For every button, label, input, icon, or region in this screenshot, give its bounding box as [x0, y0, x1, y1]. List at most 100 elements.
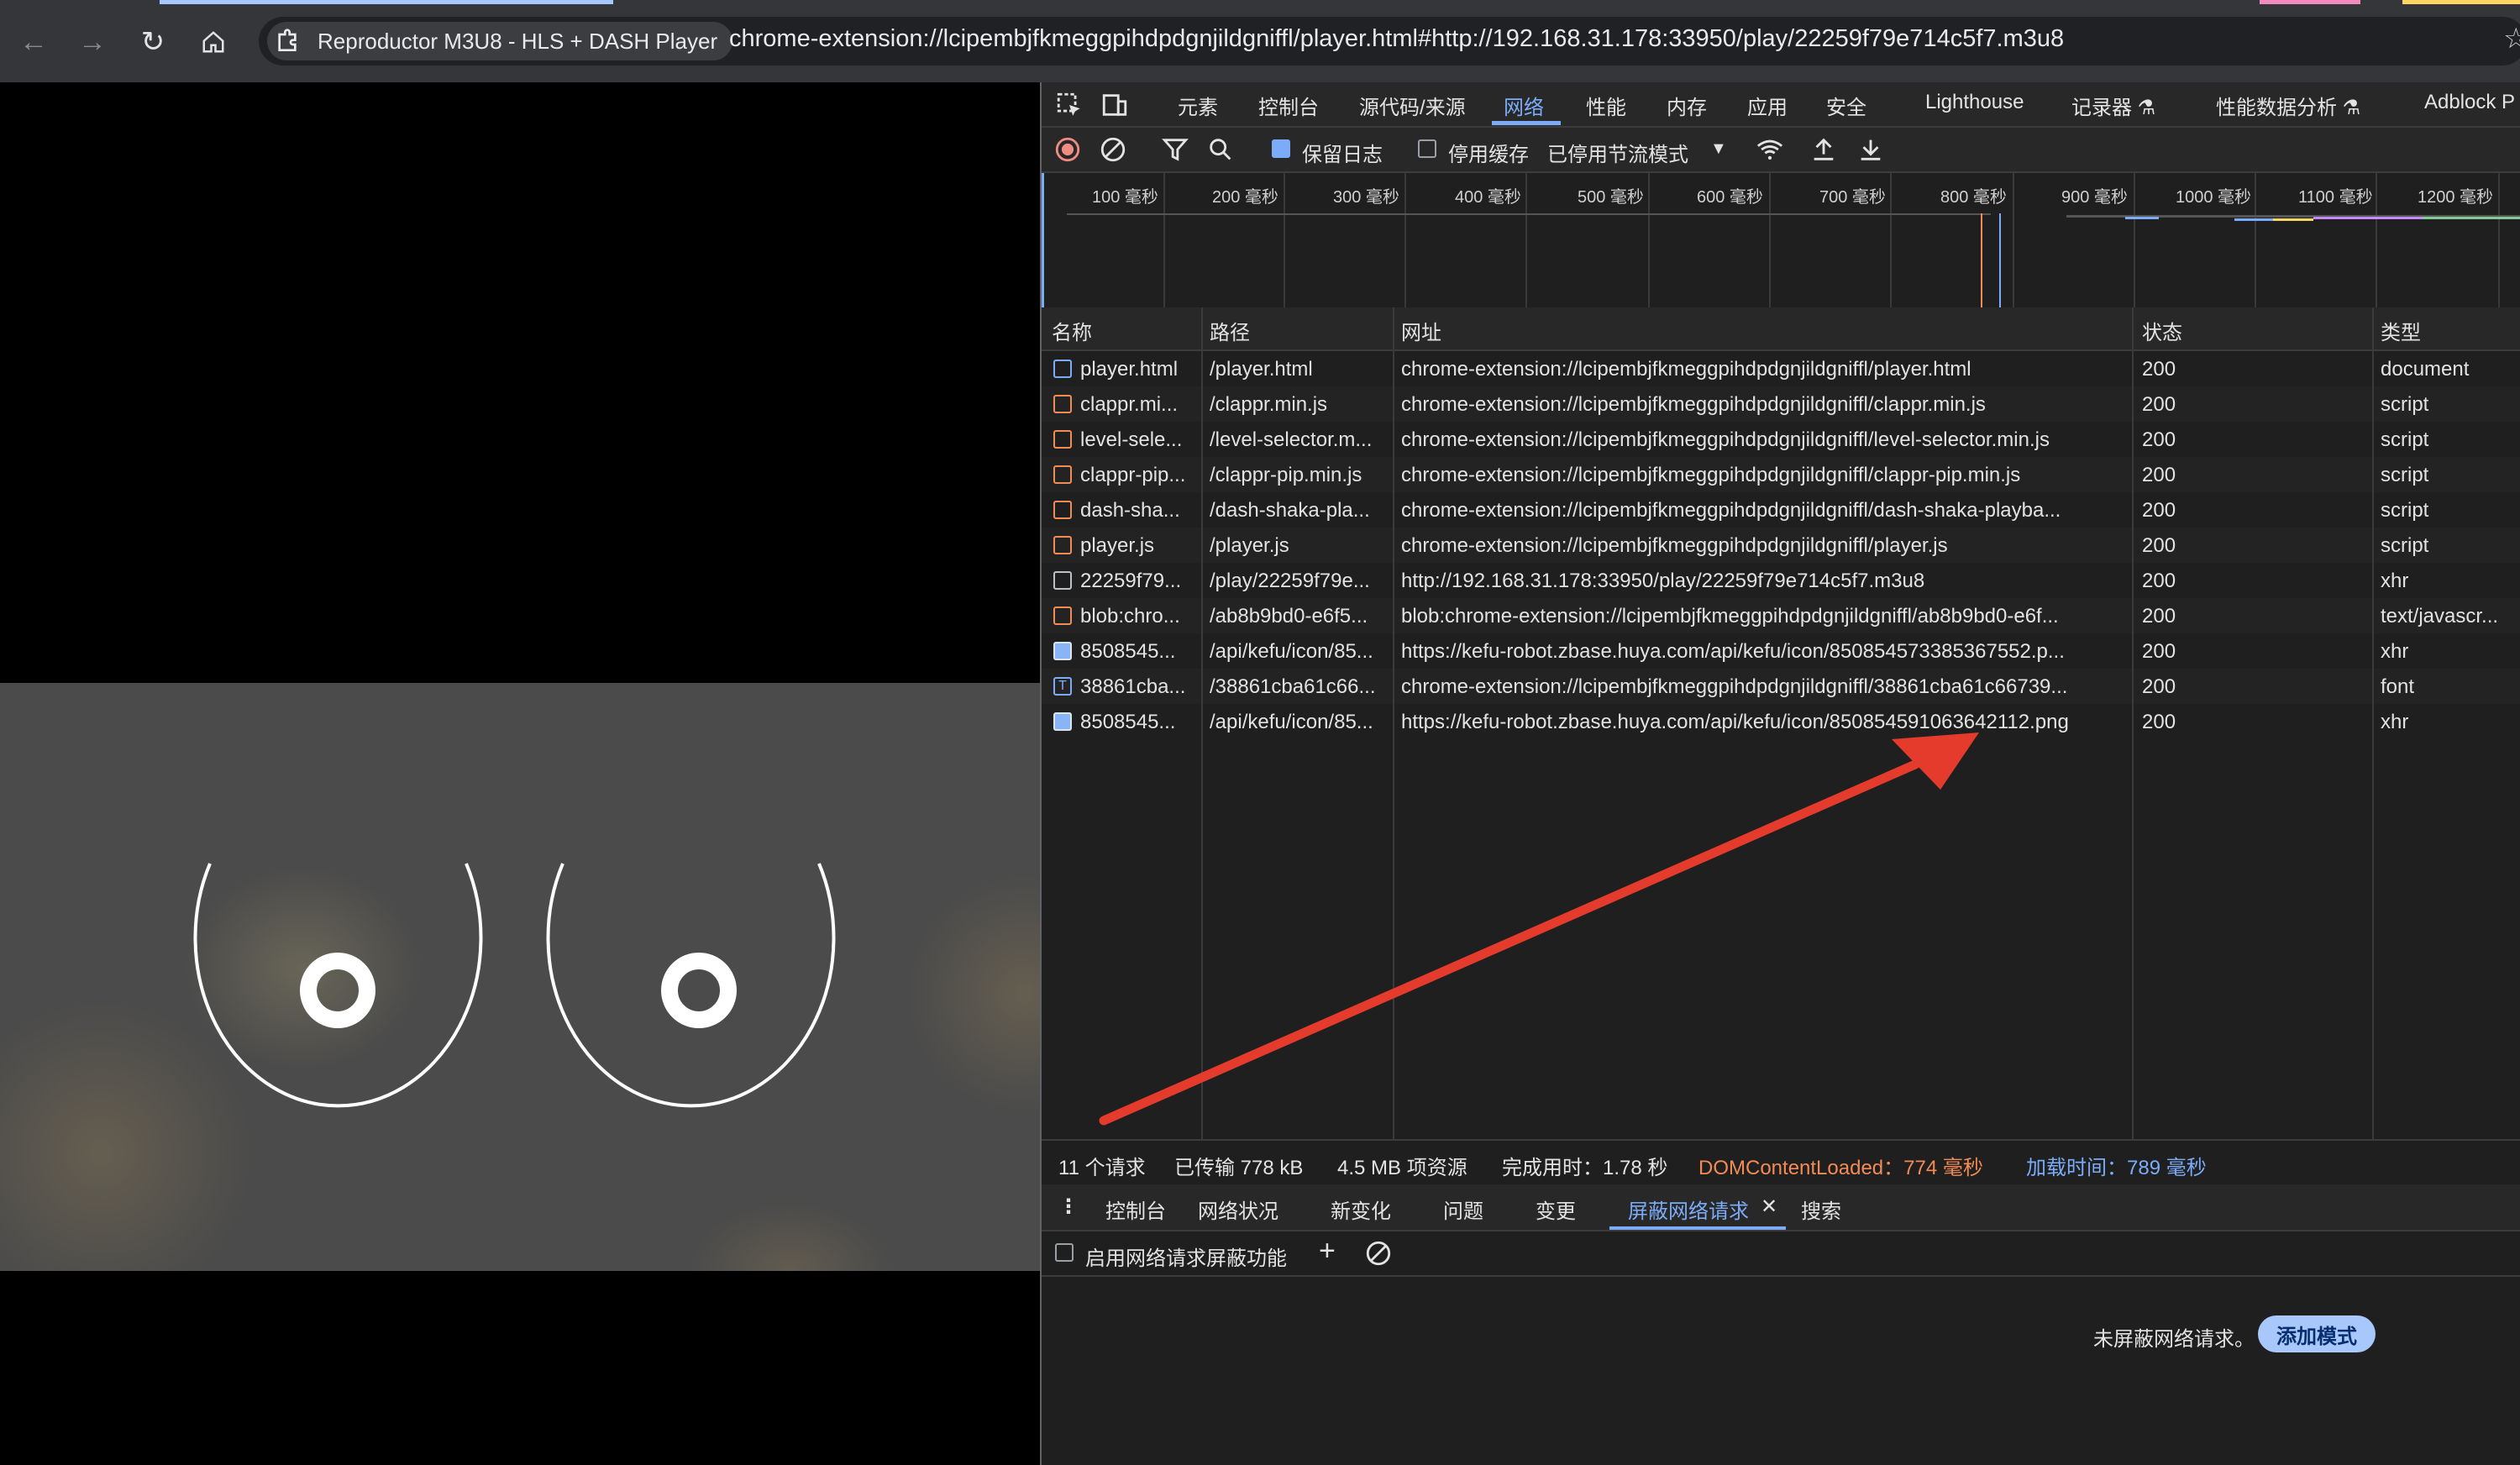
- drawer-tab-issues[interactable]: 问题: [1443, 1195, 1483, 1224]
- loading-spinner-graphic: [193, 863, 836, 1108]
- column-separator[interactable]: [1201, 307, 1203, 1139]
- request-type: text/javascr...: [2381, 605, 2499, 627]
- device-toolbar-icon[interactable]: [1100, 91, 1129, 119]
- import-har-icon[interactable]: [1809, 135, 1838, 164]
- tab-sources[interactable]: 源代码/来源: [1359, 91, 1466, 120]
- network-overview-timeline[interactable]: 100 毫秒 200 毫秒 300 毫秒 400 毫秒 500 毫秒 600 毫…: [1042, 173, 2520, 309]
- request-name: dash-sha...: [1080, 499, 1180, 522]
- column-header-url[interactable]: 网址: [1401, 316, 1441, 345]
- tab-adblock[interactable]: Adblock P: [2424, 91, 2515, 114]
- network-summary-bar: 11 个请求 已传输 778 kB 4.5 MB 项资源 完成用时：1.78 秒…: [1042, 1139, 2520, 1186]
- search-icon[interactable]: [1206, 135, 1235, 164]
- clear-patterns-icon[interactable]: [1364, 1239, 1393, 1268]
- drawer-tab-whats-new[interactable]: 新变化: [1331, 1195, 1391, 1224]
- inspect-element-icon[interactable]: [1055, 91, 1084, 119]
- export-har-icon[interactable]: [1856, 135, 1885, 164]
- request-blocking-body: 未屏蔽网络请求。 添加模式: [1042, 1275, 2520, 1465]
- request-type: xhr: [2381, 711, 2409, 733]
- enable-blocking-label: 启用网络请求屏蔽功能: [1085, 1247, 1287, 1270]
- table-row[interactable]: 8508545... /api/kefu/icon/85... https://…: [1042, 633, 2520, 669]
- video-frame[interactable]: [0, 683, 1040, 1271]
- column-header-path[interactable]: 路径: [1210, 316, 1250, 345]
- script-icon: [1053, 606, 1072, 625]
- close-tab-icon[interactable]: ✕: [1761, 1195, 1777, 1219]
- column-header-name[interactable]: 名称: [1052, 316, 1092, 345]
- drawer-tab-console[interactable]: 控制台: [1105, 1195, 1166, 1224]
- column-header-status[interactable]: 状态: [2142, 316, 2182, 345]
- timeline-tick: 500 毫秒: [1578, 188, 1644, 207]
- request-name: blob:chro...: [1080, 605, 1180, 627]
- disable-cache-checkbox[interactable]: [1418, 139, 1436, 158]
- back-icon[interactable]: ←: [12, 20, 55, 64]
- column-separator[interactable]: [2132, 307, 2134, 1139]
- font-icon: T: [1053, 677, 1072, 696]
- table-row[interactable]: level-sele... /level-selector.m... chrom…: [1042, 422, 2520, 457]
- site-info-chip[interactable]: Reproductor M3U8 - HLS + DASH Player: [267, 22, 733, 60]
- enable-blocking-checkbox[interactable]: [1055, 1243, 1074, 1262]
- table-header: 名称 路径 网址 状态 类型: [1042, 307, 2520, 351]
- table-row[interactable]: clappr-pip... /clappr-pip.min.js chrome-…: [1042, 457, 2520, 492]
- filter-icon[interactable]: [1161, 135, 1189, 164]
- video-player[interactable]: [0, 82, 1040, 1465]
- tab-performance-insights[interactable]: 性能数据分析 ⚗: [2216, 91, 2360, 120]
- request-type: xhr: [2381, 570, 2409, 592]
- add-pattern-button[interactable]: 添加模式: [2258, 1315, 2376, 1352]
- request-url: http://192.168.31.178:33950/play/22259f7…: [1401, 570, 1925, 592]
- tab-application[interactable]: 应用: [1747, 91, 1788, 120]
- drawer-tab-search[interactable]: 搜索: [1801, 1195, 1841, 1224]
- request-path: /clappr.min.js: [1210, 393, 1328, 416]
- preserve-log-checkbox[interactable]: [1272, 139, 1290, 158]
- request-status: 200: [2142, 534, 2176, 557]
- tab-performance[interactable]: 性能: [1586, 91, 1626, 120]
- table-row[interactable]: dash-sha... /dash-shaka-pla... chrome-ex…: [1042, 492, 2520, 528]
- drawer-tab-request-blocking[interactable]: 屏蔽网络请求: [1628, 1195, 1749, 1224]
- table-row[interactable]: 22259f79... /play/22259f79e... http://19…: [1042, 563, 2520, 598]
- network-toolbar: 保留日志 停用缓存 已停用节流模式 ▼: [1042, 128, 2520, 173]
- request-path: /clappr-pip.min.js: [1210, 464, 1362, 486]
- drawer-tab-changes[interactable]: 变更: [1536, 1195, 1576, 1224]
- timeline-tick: 800 毫秒: [1940, 188, 2007, 207]
- throttling-select[interactable]: 已停用节流模式: [1547, 138, 1688, 167]
- home-icon[interactable]: [192, 20, 235, 64]
- table-row[interactable]: player.js /player.js chrome-extension://…: [1042, 528, 2520, 563]
- request-url: chrome-extension://lcipembjfkmeggpihdpdg…: [1401, 464, 2021, 486]
- table-row[interactable]: 8508545... /api/kefu/icon/85... https://…: [1042, 704, 2520, 739]
- request-url: chrome-extension://lcipembjfkmeggpihdpdg…: [1401, 428, 2050, 451]
- add-pattern-icon[interactable]: +: [1319, 1235, 1336, 1268]
- image-icon: [1053, 642, 1072, 660]
- column-separator[interactable]: [1393, 307, 1394, 1139]
- bookmark-star-icon[interactable]: ☆: [2503, 22, 2520, 55]
- reload-icon[interactable]: ↻: [131, 20, 175, 64]
- table-row[interactable]: blob:chro... /ab8b9bd0-e6f5... blob:chro…: [1042, 598, 2520, 633]
- tab-console[interactable]: 控制台: [1258, 91, 1319, 120]
- tab-elements[interactable]: 元素: [1178, 91, 1218, 120]
- timeline-gridline: [2134, 173, 2135, 307]
- tab-security[interactable]: 安全: [1826, 91, 1866, 120]
- tab-network[interactable]: 网络: [1504, 91, 1544, 120]
- tab-lighthouse[interactable]: Lighthouse: [1925, 91, 2024, 114]
- table-row[interactable]: T 38861cba... /38861cba61c66... chrome-e…: [1042, 669, 2520, 704]
- clear-icon[interactable]: [1099, 135, 1127, 164]
- devtools-panel: 元素 控制台 源代码/来源 网络 性能 内存 应用 安全 Lighthouse …: [1042, 82, 2520, 1465]
- timeline-bar: [2423, 217, 2520, 219]
- request-status: 200: [2142, 570, 2176, 592]
- request-path: /level-selector.m...: [1210, 428, 1373, 451]
- column-header-type[interactable]: 类型: [2381, 316, 2421, 345]
- table-row[interactable]: clappr.mi... /clappr.min.js chrome-exten…: [1042, 386, 2520, 422]
- forward-icon[interactable]: →: [71, 20, 114, 64]
- table-row[interactable]: player.html /player.html chrome-extensio…: [1042, 351, 2520, 386]
- request-type: script: [2381, 534, 2429, 557]
- network-conditions-icon[interactable]: [1756, 135, 1784, 164]
- request-name: player.js: [1080, 534, 1155, 557]
- tab-recorder[interactable]: 记录器 ⚗: [2071, 91, 2155, 120]
- request-type: script: [2381, 393, 2429, 416]
- more-options-icon[interactable]: ⋮: [1058, 1195, 1079, 1219]
- url-text[interactable]: chrome-extension://lcipembjfkmeggpihdpdg…: [729, 25, 2064, 53]
- column-separator[interactable]: [2372, 307, 2374, 1139]
- request-url: blob:chrome-extension://lcipembjfkmeggpi…: [1401, 605, 2059, 627]
- timeline-gridline: [1284, 173, 1285, 307]
- dropdown-arrow-icon[interactable]: ▼: [1710, 139, 1727, 159]
- drawer-tab-network-conditions[interactable]: 网络状况: [1198, 1195, 1278, 1224]
- tab-memory[interactable]: 内存: [1667, 91, 1707, 120]
- stop-recording-icon[interactable]: [1053, 135, 1082, 164]
